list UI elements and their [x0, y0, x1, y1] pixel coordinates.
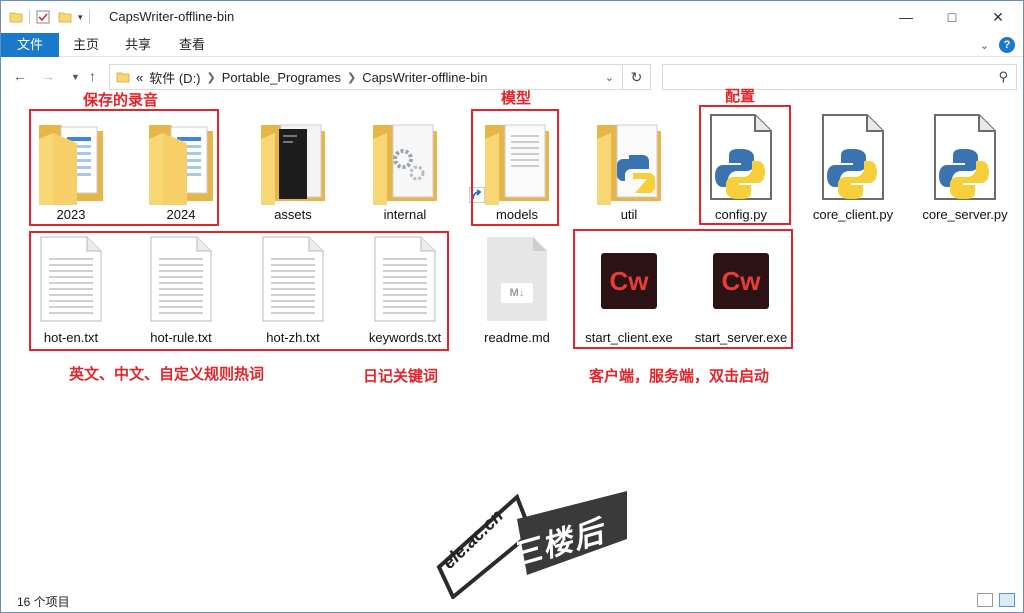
tab-home[interactable]: 主页: [63, 33, 109, 57]
tab-view[interactable]: 查看: [169, 33, 215, 57]
search-input[interactable]: ⚲: [662, 64, 1017, 90]
file-item-core-client-py[interactable]: core_client.py: [799, 109, 907, 227]
breadcrumb-current[interactable]: CapsWriter-offline-bin: [362, 70, 487, 85]
properties-icon[interactable]: [36, 10, 50, 24]
annotation-hotwords: 英文、中文、自定义规则热词: [69, 366, 265, 383]
window-title: CapsWriter-offline-bin: [109, 9, 235, 24]
python-file-icon: [822, 114, 884, 200]
back-arrow-icon[interactable]: ←: [13, 68, 27, 84]
annotation-models: 模型: [501, 90, 532, 107]
folder-python-icon: [597, 124, 661, 205]
up-arrow-icon[interactable]: ↑: [89, 68, 96, 84]
annotation-box-config: [699, 105, 791, 225]
folder-icon: [9, 12, 23, 23]
folder-item-internal[interactable]: internal: [351, 109, 459, 227]
folder-dark-icon: [261, 124, 325, 205]
large-icons-view-icon[interactable]: [999, 593, 1015, 607]
address-dropdown-icon[interactable]: ⌄: [605, 71, 614, 84]
annotation-config: 配置: [725, 88, 756, 105]
explorer-window: ▾ CapsWriter-offline-bin — □ ✕ 文件 主页 共享 …: [0, 0, 1024, 613]
folder-item-assets[interactable]: assets: [239, 109, 347, 227]
recent-locations-icon[interactable]: ▼: [71, 72, 80, 82]
ribbon-tabs: 文件 主页 共享 查看 ⌄ ?: [1, 33, 1023, 57]
item-label: core_client.py: [812, 207, 894, 222]
breadcrumb-separator-icon[interactable]: ❯: [347, 71, 356, 84]
item-label: readme.md: [484, 330, 550, 345]
annotation-diary-keywords: 日记关键词: [363, 368, 439, 385]
title-bar: ▾ CapsWriter-offline-bin — □ ✕: [1, 1, 1023, 33]
folder-item-util[interactable]: util: [575, 109, 683, 227]
refresh-button[interactable]: ↻: [623, 64, 651, 90]
breadcrumb-separator-icon[interactable]: ❯: [207, 71, 216, 84]
close-button[interactable]: ✕: [975, 1, 1021, 33]
breadcrumb-overflow[interactable]: «: [136, 70, 143, 85]
minimize-button[interactable]: —: [883, 1, 929, 33]
python-file-icon: [934, 114, 996, 200]
item-label: core_server.py: [922, 207, 1008, 222]
annotation-recordings: 保存的录音: [83, 92, 159, 109]
annotation-box-hotwords: [29, 231, 449, 351]
file-item-core-server-py[interactable]: core_server.py: [911, 109, 1019, 227]
item-label: internal: [383, 207, 427, 222]
markdown-badge: M↓: [509, 287, 525, 299]
details-view-icon[interactable]: [977, 593, 993, 607]
annotation-client-server: 客户端，服务端，双击启动: [589, 368, 770, 385]
status-item-count: 16 个项目: [17, 595, 70, 609]
tab-file[interactable]: 文件: [1, 33, 59, 57]
address-bar[interactable]: « 软件 (D:) ❯ Portable_Programes ❯ CapsWri…: [109, 64, 623, 90]
file-item-readme-md[interactable]: M↓ readme.md: [463, 233, 571, 348]
annotation-box-recordings: [29, 109, 219, 226]
breadcrumb-folder[interactable]: Portable_Programes: [222, 70, 341, 85]
watermark: ele.ac.cn 三楼后座: [431, 479, 631, 613]
quick-access-toolbar: ▾: [9, 9, 96, 25]
markdown-file-icon: [487, 237, 547, 321]
new-folder-icon[interactable]: [58, 10, 72, 24]
annotation-box-models: [471, 109, 559, 226]
folder-settings-icon: [373, 124, 437, 205]
search-icon: ⚲: [998, 69, 1008, 84]
folder-icon: [116, 72, 130, 83]
breadcrumb-drive[interactable]: 软件 (D:): [149, 68, 200, 87]
customize-dropdown-icon[interactable]: ▾: [78, 12, 83, 23]
refresh-icon: ↻: [630, 68, 643, 85]
annotation-box-exe: [573, 229, 793, 349]
help-icon[interactable]: ?: [999, 37, 1015, 53]
forward-arrow-icon[interactable]: →: [41, 68, 55, 84]
item-label: util: [620, 207, 638, 222]
item-label: assets: [274, 207, 312, 222]
tab-share[interactable]: 共享: [115, 33, 161, 57]
maximize-button[interactable]: □: [929, 1, 975, 33]
expand-ribbon-icon[interactable]: ⌄: [980, 39, 989, 52]
